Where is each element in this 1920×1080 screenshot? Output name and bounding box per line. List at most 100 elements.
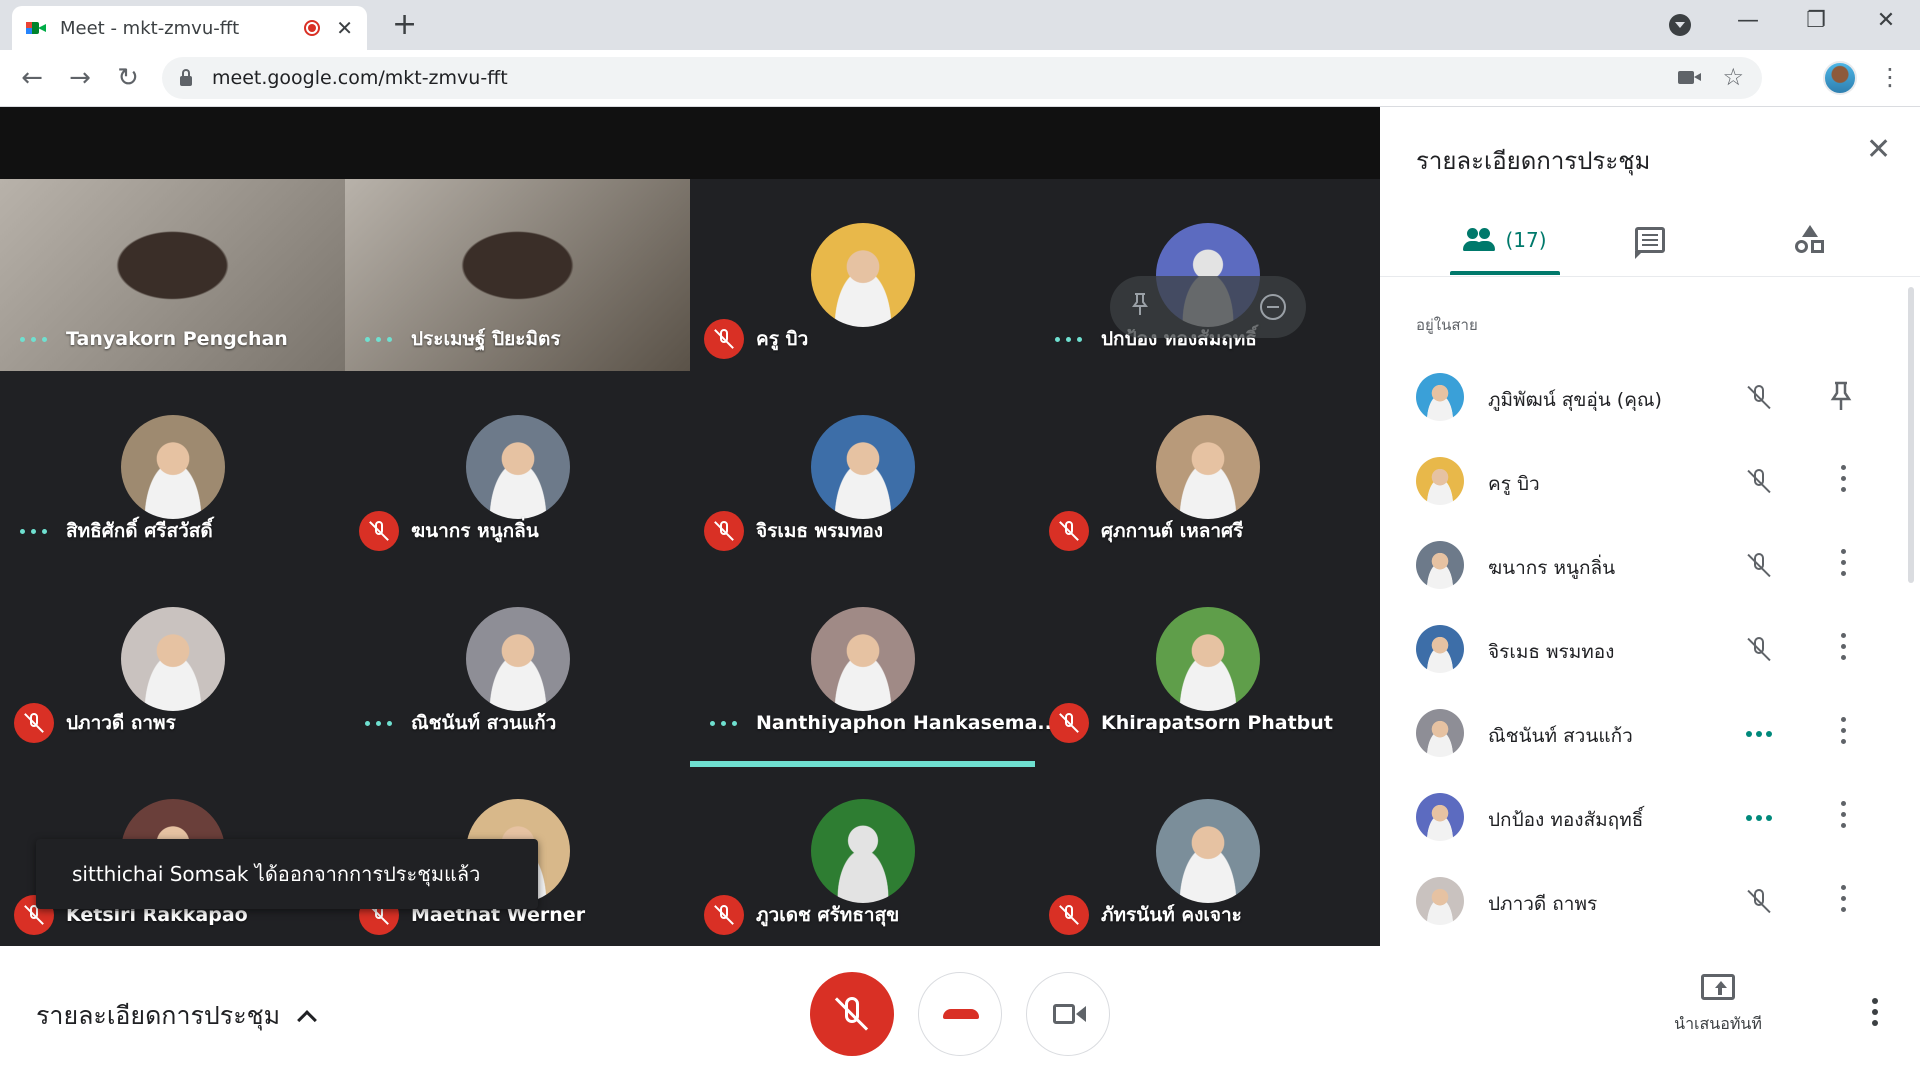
- participant-tile[interactable]: Nanthiyaphon Hankasema...: [690, 563, 1059, 767]
- mic-off-icon: [1744, 551, 1774, 581]
- participant-row[interactable]: จิรเมธ พรมทอง: [1380, 607, 1920, 691]
- participant-tile[interactable]: ฆนากร หนูกลิ่น: [345, 371, 690, 563]
- participant-row[interactable]: ภูมิพัฒน์ สุขอุ่น (คุณ): [1380, 355, 1920, 439]
- participant-avatar: [810, 223, 915, 327]
- participant-tile[interactable]: ศุภกานต์ เหลาศรี: [1035, 371, 1380, 563]
- camera-in-use-icon[interactable]: [1678, 71, 1701, 84]
- avatar: [1416, 625, 1464, 673]
- participant-name: จิรเมธ พรมทอง: [1488, 641, 1615, 663]
- participant-nameplate: จิรเมธ พรมทอง: [704, 511, 883, 551]
- tab-search-icon[interactable]: [1669, 14, 1691, 36]
- panel-scrollbar[interactable]: [1908, 287, 1914, 583]
- participant-tile[interactable]: ปภาวดี ถาพร: [0, 563, 345, 755]
- restore-button[interactable]: ❐: [1801, 8, 1831, 33]
- panel-title: รายละเอียดการประชุม: [1416, 147, 1651, 175]
- address-bar[interactable]: meet.google.com/mkt-zmvu-fft ☆: [162, 57, 1762, 99]
- present-now-button[interactable]: นำเสนอทันที: [1650, 974, 1786, 1037]
- mic-off-icon: [704, 319, 744, 359]
- call-controls-bar: รายละเอียดการประชุม นำเสนอทันที: [0, 946, 1920, 1080]
- mic-off-icon: [1744, 887, 1774, 917]
- present-screen-icon: [1701, 974, 1735, 1000]
- pin-icon[interactable]: [1132, 292, 1148, 316]
- url-text[interactable]: meet.google.com/mkt-zmvu-fft: [212, 67, 508, 89]
- participant-name: ปกป้อง ทองสัมฤทธิ์: [1488, 809, 1644, 831]
- more-options-icon[interactable]: [1834, 633, 1854, 663]
- more-options-icon[interactable]: [1834, 549, 1854, 579]
- participant-tile[interactable]: ประเมษฐ์ ปิยะมิตร: [345, 179, 690, 371]
- participant-tile[interactable]: ครู บิว: [690, 179, 1035, 371]
- lock-icon[interactable]: [180, 69, 192, 86]
- mic-toggle-button[interactable]: [810, 972, 894, 1056]
- participant-name: ภูมิพัฒน์ สุขอุ่น (คุณ): [1488, 389, 1662, 411]
- participant-tile[interactable]: ณิชนันท์ สวนแก้ว: [345, 563, 690, 755]
- audio-level-icon: [1049, 319, 1089, 359]
- more-options-icon[interactable]: [1834, 465, 1854, 495]
- browser-tab-strip: Meet - mkt-zmvu-fft ✕ + — ❐ ✕: [0, 0, 1920, 50]
- participant-tile[interactable]: ปกป้อง ทองสัมฤทธิ์: [1035, 179, 1380, 371]
- participant-row[interactable]: ครู บิว: [1380, 439, 1920, 523]
- participant-name: ประเมษฐ์ ปิยะมิตร: [411, 328, 561, 350]
- participant-nameplate: สิทธิศักดิ์ ศรีสวัสดิ์: [14, 511, 213, 551]
- active-tab-indicator: [1450, 271, 1560, 275]
- participant-avatar: [810, 415, 915, 519]
- participant-row[interactable]: ณิชนันท์ สวนแก้ว: [1380, 691, 1920, 775]
- profile-avatar[interactable]: [1823, 61, 1857, 95]
- participant-nameplate: ภัทรนันท์ คงเจาะ: [1049, 895, 1242, 935]
- new-tab-button[interactable]: +: [392, 10, 417, 40]
- meet-favicon-icon: [26, 20, 46, 36]
- camera-toggle-button[interactable]: [1026, 972, 1110, 1056]
- back-icon[interactable]: ←: [16, 62, 48, 94]
- participant-tile[interactable]: ภูวเดช ศรัทธาสุข: [690, 755, 1035, 947]
- participant-name: Nanthiyaphon Hankasema...: [756, 712, 1060, 734]
- participant-nameplate: Nanthiyaphon Hankasema...: [704, 703, 1059, 743]
- participant-avatar: [1155, 799, 1260, 903]
- more-options-icon[interactable]: [1834, 885, 1854, 915]
- participant-row[interactable]: ปภาวดี ถาพร: [1380, 859, 1920, 943]
- window-close-button[interactable]: ✕: [1871, 8, 1901, 33]
- pin-icon[interactable]: [1826, 379, 1856, 413]
- participant-name: ฆนากร หนูกลิ่น: [1488, 557, 1616, 579]
- tab-people[interactable]: (17): [1440, 203, 1570, 277]
- minimize-button[interactable]: —: [1733, 8, 1763, 33]
- participant-tile[interactable]: จิรเมธ พรมทอง: [690, 371, 1035, 563]
- close-panel-icon[interactable]: ✕: [1866, 135, 1891, 165]
- mic-off-icon: [1049, 895, 1089, 935]
- meeting-details-button[interactable]: รายละเอียดการประชุม: [36, 996, 317, 1036]
- remove-participant-icon[interactable]: [1260, 294, 1286, 320]
- participant-avatar: [120, 415, 225, 519]
- more-options-icon[interactable]: [1834, 717, 1854, 747]
- browser-menu-icon[interactable]: ⋮: [1878, 62, 1902, 92]
- toast-text: sitthichai Somsak ได้ออกจากการประชุมแล้ว: [72, 862, 481, 886]
- participant-tile[interactable]: Tanyakorn Pengchan: [0, 179, 345, 371]
- tile-hover-controls[interactable]: [1110, 276, 1306, 338]
- participant-row[interactable]: ปกป้อง ทองสัมฤทธิ์: [1380, 775, 1920, 859]
- reload-icon[interactable]: ↻: [112, 62, 144, 94]
- mic-off-icon: [1744, 635, 1774, 665]
- participant-name: ศุภกานต์ เหลาศรี: [1101, 520, 1244, 542]
- leave-call-button[interactable]: [918, 972, 1002, 1056]
- activities-icon: [1795, 225, 1825, 255]
- people-icon: [1463, 228, 1497, 252]
- more-options-icon[interactable]: [1834, 801, 1854, 831]
- audio-level-icon: [359, 319, 399, 359]
- more-options-icon[interactable]: [1870, 998, 1880, 1028]
- participant-nameplate: ณิชนันท์ สวนแก้ว: [359, 703, 556, 743]
- participant-tile[interactable]: Khirapatsorn Phatbut: [1035, 563, 1380, 755]
- bookmark-star-icon[interactable]: ☆: [1722, 63, 1744, 91]
- tab-close-icon[interactable]: ✕: [336, 16, 353, 40]
- participant-avatar: [120, 607, 225, 711]
- audio-level-icon: [1746, 731, 1776, 737]
- participant-tile[interactable]: ภัทรนันท์ คงเจาะ: [1035, 755, 1380, 947]
- tab-title: Meet - mkt-zmvu-fft: [60, 17, 240, 39]
- participant-name: ภัทรนันท์ คงเจาะ: [1101, 904, 1242, 926]
- participant-nameplate: Khirapatsorn Phatbut: [1049, 703, 1333, 743]
- tab-chat[interactable]: [1570, 203, 1730, 277]
- chevron-up-icon: [297, 1010, 317, 1030]
- browser-tab[interactable]: Meet - mkt-zmvu-fft ✕: [12, 6, 367, 50]
- tab-activities[interactable]: [1730, 203, 1890, 277]
- mic-off-icon: [359, 511, 399, 551]
- forward-icon[interactable]: →: [64, 62, 96, 94]
- participant-tile[interactable]: สิทธิศักดิ์ ศรีสวัสดิ์: [0, 371, 345, 563]
- participant-row[interactable]: ฆนากร หนูกลิ่น: [1380, 523, 1920, 607]
- present-label: นำเสนอทันที: [1674, 1014, 1762, 1033]
